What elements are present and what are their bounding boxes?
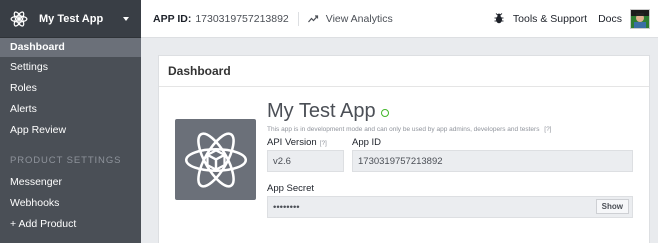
- avatar-image: [631, 9, 649, 28]
- app-secret-label: App Secret: [267, 183, 314, 194]
- caret-down-icon[interactable]: [123, 16, 129, 21]
- view-analytics-link[interactable]: View Analytics: [299, 13, 393, 25]
- top-bar: APP ID: 1730319757213892 View Analytics …: [141, 0, 658, 38]
- app-title: My Test App: [267, 100, 376, 122]
- app-id-field-label: App ID: [352, 137, 382, 148]
- sidebar-item-roles[interactable]: Roles: [0, 78, 141, 99]
- app-id-field[interactable]: 1730319757213892: [352, 150, 633, 172]
- dev-note-help-link[interactable]: [?]: [544, 126, 551, 133]
- sidebar-item-messenger[interactable]: Messenger: [0, 172, 141, 193]
- app-icon-large: [175, 119, 256, 200]
- app-id-label: APP ID:: [153, 12, 192, 25]
- sidebar-item-add-product[interactable]: + Add Product: [0, 214, 141, 235]
- tools-support-link[interactable]: Tools & Support: [494, 13, 587, 25]
- sidebar-item-app-review[interactable]: App Review: [0, 120, 141, 141]
- live-status-icon[interactable]: [380, 109, 389, 117]
- bug-icon: [494, 13, 504, 24]
- dev-note-text: This app is in development mode and can …: [267, 126, 540, 133]
- tools-support-label: Tools & Support: [512, 12, 588, 25]
- product-settings-heading: PRODUCT SETTINGS: [10, 155, 122, 166]
- trend-line-icon: [307, 14, 318, 22]
- sidebar-item-webhooks[interactable]: Webhooks: [0, 193, 141, 214]
- app-secret-value: ••••••••: [273, 201, 300, 213]
- panel-title: Dashboard: [159, 56, 649, 87]
- app-title-row: My Test App: [267, 100, 389, 123]
- show-secret-button[interactable]: Show: [595, 199, 629, 214]
- sidebar-item-settings[interactable]: Settings: [0, 57, 141, 78]
- api-version-field[interactable]: v2.6: [267, 150, 344, 172]
- user-avatar[interactable]: [630, 8, 650, 29]
- dashboard-panel: Dashboard My Test App This app is in dev…: [158, 55, 650, 243]
- app-switcher[interactable]: My Test App: [0, 0, 141, 38]
- sidebar-item-alerts[interactable]: Alerts: [0, 99, 141, 120]
- sidebar-item-dashboard[interactable]: Dashboard: [0, 38, 141, 57]
- sidebar: My Test App Dashboard Settings Roles Ale…: [0, 0, 141, 243]
- app-id-value: 1730319757213892: [195, 12, 289, 25]
- view-analytics-label: View Analytics: [325, 12, 393, 25]
- app-name: My Test App: [39, 12, 104, 25]
- atom-cube-icon: [184, 131, 247, 188]
- api-version-label: API Version: [267, 137, 317, 148]
- api-version-label-row: API Version [?]: [267, 137, 327, 148]
- app-secret-field[interactable]: •••••••• Show: [267, 196, 633, 218]
- app-atom-icon: [10, 10, 28, 27]
- docs-link[interactable]: Docs: [598, 13, 622, 25]
- api-version-help-link[interactable]: [?]: [320, 140, 327, 147]
- development-mode-note: This app is in development mode and can …: [267, 126, 552, 133]
- app-id-display: APP ID: 1730319757213892: [141, 13, 298, 25]
